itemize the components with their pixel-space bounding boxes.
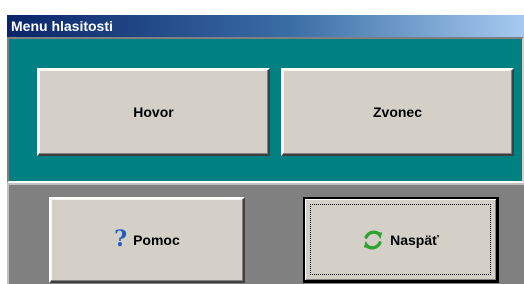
refresh-icon xyxy=(363,230,383,249)
pomoc-button-content: ? Pomoc xyxy=(114,226,180,252)
naspat-button-label: Naspäť xyxy=(390,231,439,248)
zvonec-button[interactable]: Zvonec xyxy=(281,68,514,156)
help-icon: ? xyxy=(114,226,128,252)
pomoc-button-label: Pomoc xyxy=(133,232,180,248)
volume-menu-window: Menu hlasitosti Hovor Zvonec ? Pomoc Nas… xyxy=(0,0,524,284)
hovor-button[interactable]: Hovor xyxy=(37,68,270,156)
window-title: Menu hlasitosti xyxy=(7,15,524,37)
naspat-button[interactable]: Naspäť xyxy=(303,197,499,283)
bottom-panel: ? Pomoc Naspäť xyxy=(7,183,524,284)
top-panel: Hovor Zvonec xyxy=(7,37,524,183)
pomoc-button[interactable]: ? Pomoc xyxy=(49,197,245,283)
hovor-button-label: Hovor xyxy=(133,104,174,120)
zvonec-button-label: Zvonec xyxy=(372,104,422,120)
naspat-button-content: Naspäť xyxy=(362,229,439,251)
